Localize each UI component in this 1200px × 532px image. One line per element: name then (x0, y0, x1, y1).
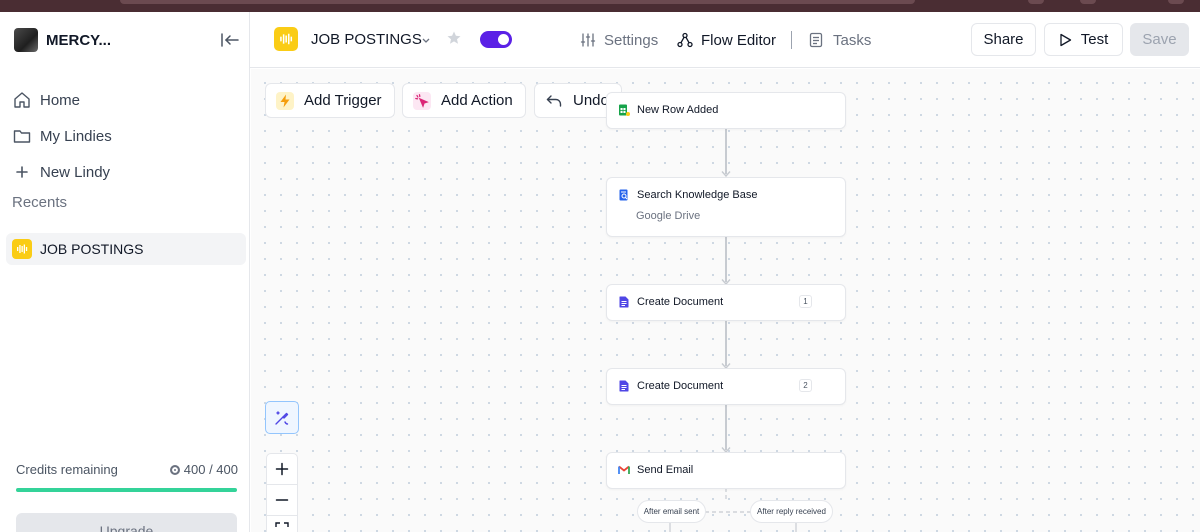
zoom-in-button[interactable] (266, 453, 298, 485)
node-title: Send Email (637, 464, 694, 476)
node-title: Create Document (637, 296, 724, 308)
plus-icon (275, 462, 289, 476)
tab-flow-editor[interactable]: Flow Editor (677, 30, 776, 50)
fit-view-icon (275, 522, 289, 527)
credits-label: Credits remaining (16, 462, 118, 477)
play-icon (1059, 33, 1073, 47)
flow-node-send-email[interactable]: Send Email (606, 452, 846, 489)
node-title: Create Document (637, 380, 724, 392)
flow-node-search-knowledge-base[interactable]: Search Knowledge Base Google Drive (606, 177, 846, 237)
minus-icon (275, 499, 289, 501)
browser-control (1028, 0, 1044, 4)
recents-heading: Recents (12, 194, 68, 211)
sheets-icon (618, 104, 630, 116)
coin-icon (169, 464, 180, 475)
share-button[interactable]: Share (971, 23, 1036, 56)
node-row: New Row Added (618, 104, 718, 116)
browser-control (1168, 0, 1184, 4)
flow-node-create-document-1[interactable]: Create Document 1 (606, 284, 846, 321)
credits-value-wrap: 400 / 400 (169, 462, 238, 477)
cursor-sparkle-icon (413, 91, 431, 110)
node-title: Search Knowledge Base (637, 189, 758, 201)
node-number-badge: 1 (799, 295, 812, 308)
toggle-knob (498, 34, 509, 45)
flow-connector (725, 128, 727, 174)
browser-control (1080, 0, 1096, 4)
workspace-switcher[interactable]: MERCY... (14, 28, 111, 52)
active-toggle[interactable] (480, 31, 512, 48)
node-row: Create Document (618, 380, 723, 392)
chevron-down-icon[interactable] (421, 33, 431, 45)
node-subtitle: Google Drive (636, 210, 701, 222)
tab-label: Tasks (833, 31, 872, 49)
flow-connector (725, 236, 727, 282)
node-row: Search Knowledge Base (618, 189, 757, 201)
docs-icon (618, 380, 630, 392)
sidebar: MERCY... Home My Lindies New Lindy Recen… (0, 12, 250, 532)
tab-label: Settings (604, 31, 659, 49)
sliders-icon (580, 32, 596, 48)
zoom-out-button[interactable] (266, 484, 298, 516)
flow-icon (677, 32, 693, 48)
project-title[interactable]: JOB POSTINGS (311, 31, 422, 48)
sidebar-item-my-lindies[interactable]: My Lindies (12, 123, 112, 149)
document-icon (809, 32, 825, 48)
knowledge-base-icon (618, 189, 630, 201)
save-button-label: Save (1142, 31, 1177, 48)
recent-item-label: JOB POSTINGS (40, 241, 144, 257)
tab-tasks[interactable]: Tasks (809, 30, 871, 50)
sidebar-item-label: Home (40, 91, 81, 109)
test-button-label: Test (1080, 31, 1109, 48)
credits-value: 400 / 400 (183, 462, 238, 477)
flow-node-create-document-2[interactable]: Create Document 2 (606, 368, 846, 405)
folder-icon (12, 126, 32, 146)
credits-progress-bar (16, 488, 237, 492)
sidebar-item-home[interactable]: Home (12, 87, 80, 113)
undo-icon (545, 92, 563, 110)
upgrade-button[interactable]: Upgrade (16, 513, 237, 532)
sidebar-item-label: My Lindies (40, 127, 112, 145)
waveform-icon (12, 239, 32, 259)
header-divider (791, 31, 792, 49)
add-action-label: Add Action (441, 92, 513, 109)
gmail-icon (618, 464, 630, 476)
sidebar-item-label: New Lindy (40, 163, 111, 181)
branch-after-reply-received[interactable]: After reply received (750, 500, 833, 523)
plus-icon (12, 162, 32, 182)
add-trigger-button[interactable]: Add Trigger (265, 83, 395, 118)
flow-connector (725, 320, 727, 366)
share-button-label: Share (983, 31, 1024, 48)
tab-settings[interactable]: Settings (580, 30, 658, 50)
undo-label: Undo (573, 92, 609, 109)
node-title: New Row Added (637, 104, 719, 116)
magic-wand-icon[interactable] (265, 401, 299, 434)
browser-top-strip (0, 0, 1200, 12)
browser-address-bar (120, 0, 915, 4)
flow-connector (725, 404, 727, 450)
recent-item-job-postings[interactable]: JOB POSTINGS (6, 233, 246, 265)
workspace-name: MERCY... (46, 31, 112, 49)
credits-progress-fill (16, 488, 237, 492)
node-row: Create Document (618, 296, 723, 308)
avatar (14, 28, 38, 52)
top-header: JOB POSTINGS Settings Flow Editor Tasks … (250, 12, 1200, 68)
sidebar-item-new-lindy[interactable]: New Lindy (12, 159, 110, 185)
node-row: Send Email (618, 464, 693, 476)
docs-icon (618, 296, 630, 308)
add-trigger-label: Add Trigger (304, 92, 382, 109)
tab-label: Flow Editor (701, 31, 777, 49)
waveform-icon (274, 27, 298, 51)
branch-after-email-sent[interactable]: After email sent (637, 500, 706, 523)
lightning-icon (276, 91, 294, 110)
fit-view-button[interactable] (266, 515, 298, 532)
save-button[interactable]: Save (1130, 23, 1189, 56)
credits-row: Credits remaining 400 / 400 (16, 462, 238, 477)
collapse-sidebar-icon[interactable] (220, 31, 240, 49)
flow-node-new-row-added[interactable]: New Row Added (606, 92, 846, 129)
node-number-badge: 2 (799, 379, 812, 392)
home-icon (12, 90, 32, 110)
star-icon[interactable] (446, 30, 462, 46)
add-action-button[interactable]: Add Action (402, 83, 526, 118)
test-button[interactable]: Test (1044, 23, 1123, 56)
